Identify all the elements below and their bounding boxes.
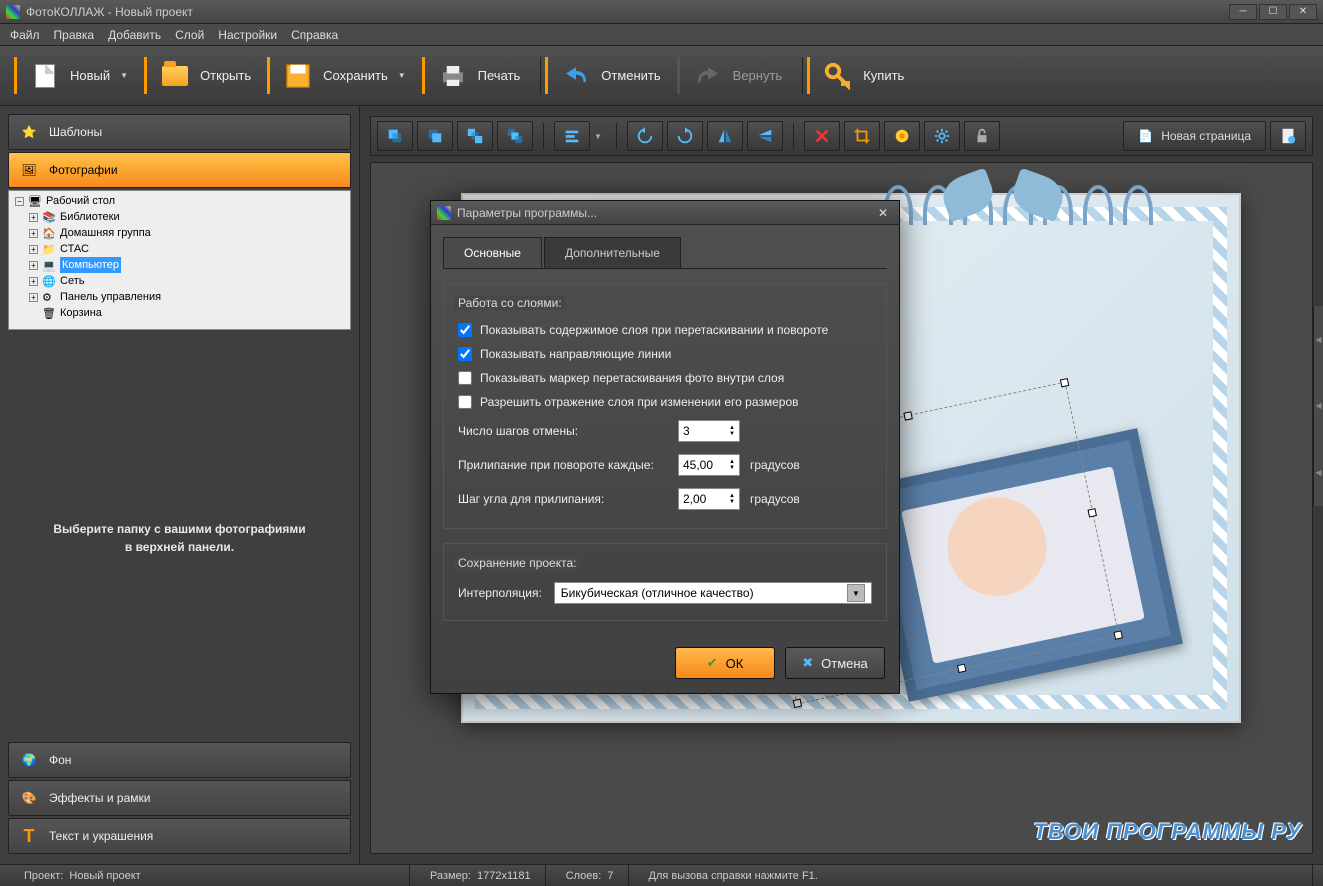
bow-decoration	[943, 175, 1063, 245]
tab-effects[interactable]: 🎨 Эффекты и рамки	[8, 780, 351, 816]
dialog-titlebar[interactable]: Параметры программы... ✕	[431, 201, 899, 225]
delete-button[interactable]	[804, 121, 840, 151]
redo-button[interactable]: Вернуть	[677, 51, 799, 100]
color-button[interactable]	[884, 121, 920, 151]
menu-help[interactable]: Справка	[291, 28, 338, 42]
folder-tree[interactable]: −🖥Рабочий стол +📚Библиотеки +🏠Домашняя г…	[8, 190, 351, 330]
chevron-down-icon[interactable]: ▼	[398, 71, 406, 80]
flip-vertical-button[interactable]	[747, 121, 783, 151]
printer-icon	[438, 61, 468, 91]
ok-button[interactable]: ✔ ОК	[675, 647, 775, 679]
save-button[interactable]: Сохранить ▼	[267, 51, 422, 100]
watermark: ТВОИ ПРОГРАММЫ РУ	[1033, 819, 1302, 845]
cancel-button[interactable]: ✖ Отмена	[785, 647, 885, 679]
left-panel: ⭐ Шаблоны 🖼 Фотографии −🖥Рабочий стол +📚…	[0, 106, 360, 864]
status-layers: 7	[607, 870, 613, 882]
check-show-guides[interactable]: Показывать направляющие линии	[458, 342, 872, 366]
menu-bar: Файл Правка Добавить Слой Настройки Спра…	[0, 24, 1323, 46]
side-expander[interactable]: ◀◀◀	[1313, 306, 1323, 506]
palette-icon: 🎨	[19, 788, 39, 808]
tab-photos[interactable]: 🖼 Фотографии	[8, 152, 351, 188]
open-button[interactable]: Открыть	[144, 51, 267, 100]
new-button[interactable]: Новый ▼	[14, 51, 144, 100]
layers-group: Работа со слоями: Показывать содержимое …	[443, 283, 887, 529]
lock-button[interactable]	[964, 121, 1000, 151]
menu-settings[interactable]: Настройки	[218, 28, 277, 42]
check-show-marker[interactable]: Показывать маркер перетаскивания фото вн…	[458, 366, 872, 390]
photo-frame[interactable]	[863, 428, 1183, 701]
send-back-button[interactable]	[497, 121, 533, 151]
crop-button[interactable]	[844, 121, 880, 151]
bring-front-button[interactable]	[377, 121, 413, 151]
close-button[interactable]: ✕	[1289, 4, 1317, 20]
hint-text: Выберите папку с вашими фотографиями в в…	[8, 520, 351, 556]
snap-rotate-input[interactable]: 45,00▲▼	[678, 454, 740, 476]
settings-button[interactable]	[924, 121, 960, 151]
window-title: ФотоКОЛЛАЖ - Новый проект	[26, 5, 1229, 19]
snap-angle-input[interactable]: 2,00▲▼	[678, 488, 740, 510]
check-allow-reflect[interactable]: Разрешить отражение слоя при изменении е…	[458, 390, 872, 414]
photo-icon: 🖼	[19, 160, 39, 180]
menu-layer[interactable]: Слой	[175, 28, 204, 42]
menu-edit[interactable]: Правка	[54, 28, 95, 42]
dialog-close-button[interactable]: ✕	[873, 205, 893, 221]
status-help: Для вызова справки нажмите F1.	[649, 870, 818, 882]
status-size: 1772x1181	[477, 870, 531, 882]
chevron-down-icon[interactable]: ▼	[594, 132, 602, 141]
key-icon	[823, 61, 853, 91]
minimize-button[interactable]: ─	[1229, 4, 1257, 20]
chevron-down-icon[interactable]: ▼	[120, 71, 128, 80]
file-icon	[30, 61, 60, 91]
save-icon	[283, 61, 313, 91]
save-group: Сохранение проекта: Интерполяция: Бикуби…	[443, 543, 887, 621]
close-icon: ✖	[802, 655, 813, 671]
align-button[interactable]	[554, 121, 590, 151]
tab-templates[interactable]: ⭐ Шаблоны	[8, 114, 351, 150]
flip-horizontal-button[interactable]	[707, 121, 743, 151]
dialog-tab-extra[interactable]: Дополнительные	[544, 237, 681, 268]
dialog-tab-main[interactable]: Основные	[443, 237, 542, 268]
new-page-button[interactable]: 📄 Новая страница	[1123, 121, 1266, 151]
interpolation-select[interactable]: Бикубическая (отличное качество) ▼	[554, 582, 872, 604]
undo-icon	[561, 61, 591, 91]
menu-file[interactable]: Файл	[10, 28, 40, 42]
folder-icon	[160, 61, 190, 91]
rotate-right-button[interactable]	[667, 121, 703, 151]
undo-button[interactable]: Отменить	[545, 51, 676, 100]
star-icon: ⭐	[19, 122, 39, 142]
redo-icon	[693, 61, 723, 91]
page-plus-icon: 📄	[1138, 129, 1153, 143]
status-bar: Проект: Новый проект Размер: 1772x1181 С…	[0, 864, 1323, 886]
titlebar: ФотоКОЛЛАЖ - Новый проект ─ ☐ ✕	[0, 0, 1323, 24]
send-backward-button[interactable]	[457, 121, 493, 151]
buy-button[interactable]: Купить	[807, 51, 920, 100]
bring-forward-button[interactable]	[417, 121, 453, 151]
tree-selected[interactable]: Компьютер	[60, 257, 121, 273]
tab-background[interactable]: 🌍 Фон	[8, 742, 351, 778]
canvas-toolbar: ▼ 📄 Новая страница	[370, 116, 1313, 156]
main-toolbar: Новый ▼ Открыть Сохранить ▼ Печать Отмен…	[0, 46, 1323, 106]
check-icon: ✔	[707, 655, 718, 671]
check-show-content[interactable]: Показывать содержимое слоя при перетаски…	[458, 318, 872, 342]
print-button[interactable]: Печать	[422, 51, 537, 100]
maximize-button[interactable]: ☐	[1259, 4, 1287, 20]
text-icon: T	[19, 826, 39, 846]
page-settings-button[interactable]	[1270, 121, 1306, 151]
tab-text[interactable]: T Текст и украшения	[8, 818, 351, 854]
app-logo-icon	[6, 5, 20, 19]
chevron-down-icon: ▼	[847, 584, 865, 602]
rotate-left-button[interactable]	[627, 121, 663, 151]
app-logo-icon	[437, 206, 451, 220]
undo-steps-input[interactable]: 3▲▼	[678, 420, 740, 442]
settings-dialog: Параметры программы... ✕ Основные Дополн…	[430, 200, 900, 694]
menu-add[interactable]: Добавить	[108, 28, 161, 42]
status-project: Новый проект	[69, 870, 140, 882]
globe-icon: 🌍	[19, 750, 39, 770]
